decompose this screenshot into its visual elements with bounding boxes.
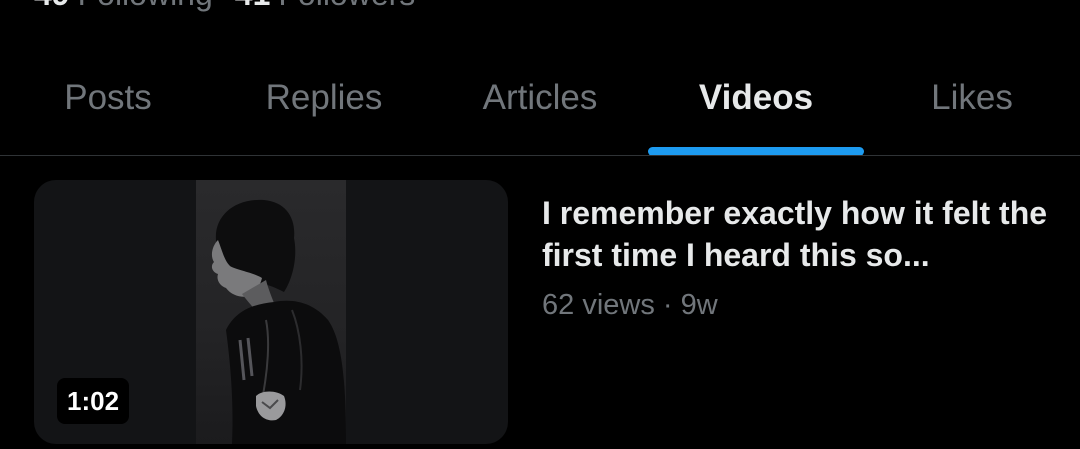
followers-count: 41 [235, 0, 271, 12]
following-stat[interactable]: 49 Following [34, 0, 213, 16]
meta-separator: · [662, 289, 673, 321]
tab-replies[interactable]: Replies [216, 40, 432, 156]
tab-articles[interactable]: Articles [432, 40, 648, 156]
video-meta: 62 views · 9w [542, 285, 718, 325]
tab-label: Videos [698, 78, 814, 117]
video-title[interactable]: I remember exactly how it felt the first… [542, 192, 1062, 276]
person-silhouette-image [211, 199, 346, 444]
tab-label: Likes [931, 78, 1013, 117]
tab-label: Posts [64, 78, 152, 117]
video-duration-badge: 1:02 [57, 378, 130, 424]
followers-label: Followers [278, 0, 415, 12]
tab-videos[interactable]: Videos [648, 40, 864, 156]
tab-label: Replies [265, 78, 383, 117]
tab-posts[interactable]: Posts [0, 40, 216, 156]
post-age: 9w [680, 289, 718, 321]
view-count: 62 views [542, 289, 655, 321]
video-frame-image [196, 180, 346, 444]
following-count: 49 [34, 0, 70, 12]
tab-likes[interactable]: Likes [864, 40, 1080, 156]
video-thumbnail[interactable]: 1:02 [34, 180, 508, 444]
profile-stats: 49 Following 41 Followers [34, 0, 415, 16]
followers-stat[interactable]: 41 Followers [235, 0, 416, 16]
following-label: Following [78, 0, 213, 12]
video-post[interactable]: 1:02 I remember exactly how it felt the … [0, 156, 1080, 449]
tab-label: Articles [482, 78, 598, 117]
profile-tabs: Posts Replies Articles Videos Likes [0, 40, 1080, 156]
